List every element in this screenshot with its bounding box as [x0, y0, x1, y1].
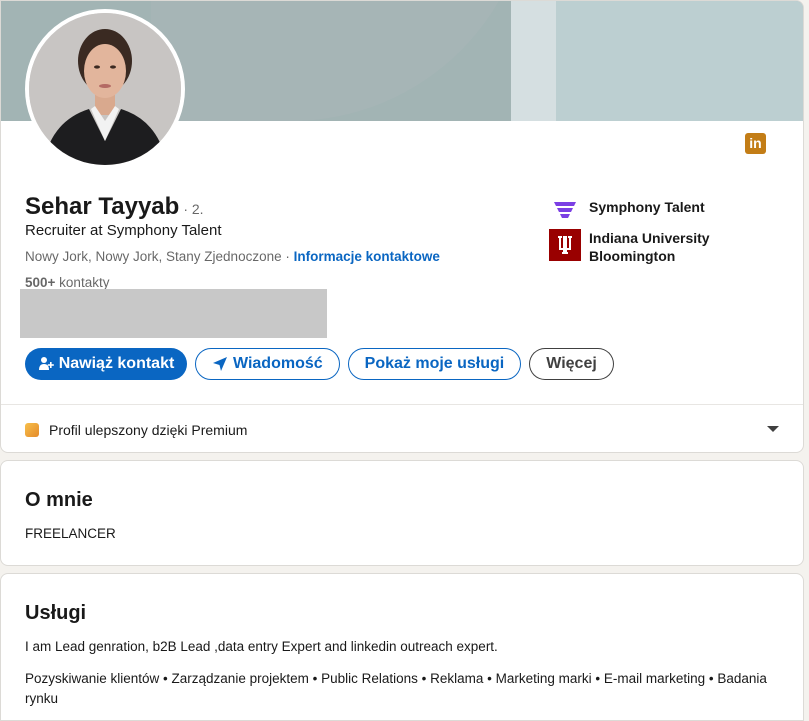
message-button[interactable]: Wiadomość [195, 348, 340, 380]
org-name: Symphony Talent [589, 199, 705, 215]
profile-name: Sehar Tayyab [25, 193, 180, 220]
show-services-label: Pokaż moje usługi [364, 355, 505, 372]
premium-label: Profil ulepszony dzięki Premium [49, 421, 248, 438]
linkedin-icon[interactable]: in [745, 133, 766, 154]
more-label: Więcej [546, 355, 597, 372]
about-title: O mnie [25, 489, 93, 511]
connect-label: Nawiąż kontakt [58, 355, 175, 372]
show-services-button[interactable]: Pokaż moje usługi [347, 348, 522, 380]
indiana-university-logo-icon [549, 229, 581, 261]
send-icon [212, 356, 228, 372]
redacted-region [20, 289, 327, 338]
services-skills: Pozyskiwanie klientów • Zarządzanie proj… [25, 671, 767, 706]
chevron-down-icon[interactable] [767, 426, 779, 432]
premium-banner[interactable]: Profil ulepszony dzięki Premium [1, 404, 803, 452]
profile-location-row: Nowy Jork, Nowy Jork, Stany Zjednoczone … [25, 249, 440, 264]
message-label: Wiadomość [233, 355, 323, 372]
about-text: FREELANCER [25, 526, 116, 541]
profile-top-card: in Sehar Tayyab · 2. Recruiter at Sympho… [0, 0, 804, 453]
services-title: Usługi [25, 602, 87, 624]
symphony-talent-logo-icon [549, 195, 581, 227]
org-name: Indiana University Bloomington [589, 230, 710, 264]
connections-label: kontakty [55, 275, 110, 290]
location-separator: · [281, 249, 294, 264]
profile-headline: Recruiter at Symphony Talent [25, 222, 222, 239]
services-description: I am Lead genration, b2B Lead ,data entr… [25, 639, 498, 654]
contact-info-link[interactable]: Informacje kontaktowe [294, 249, 440, 264]
more-button[interactable]: Więcej [529, 348, 614, 380]
connections-count[interactable]: 500+ kontakty [25, 275, 109, 290]
profile-location: Nowy Jork, Nowy Jork, Stany Zjednoczone [25, 249, 282, 264]
about-section: O mnie FREELANCER [0, 460, 804, 566]
connection-degree: · 2. [183, 201, 204, 217]
connect-button[interactable]: Nawiąż kontakt [25, 348, 187, 380]
services-section: Usługi I am Lead genration, b2B Lead ,da… [0, 573, 804, 721]
connections-number: 500+ [25, 275, 56, 290]
premium-icon [25, 422, 39, 437]
org-symphony-talent[interactable]: Symphony Talent [549, 195, 729, 227]
profile-photo[interactable] [25, 9, 185, 169]
add-person-icon [38, 356, 54, 372]
org-indiana-university[interactable]: Indiana University Bloomington [549, 229, 729, 265]
